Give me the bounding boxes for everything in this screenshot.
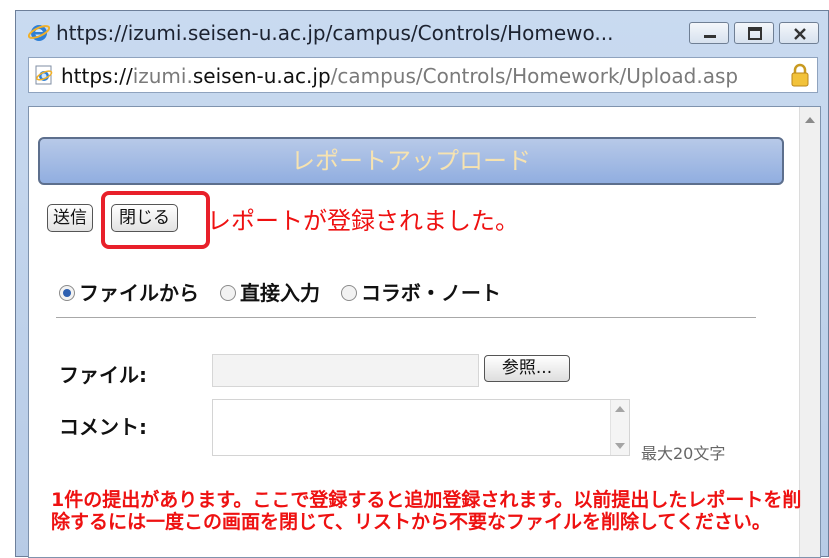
radio-label: 直接入力 — [239, 281, 320, 305]
lock-icon[interactable] — [789, 63, 811, 87]
radio-unselected-icon[interactable] — [219, 285, 236, 301]
internet-explorer-icon — [28, 25, 50, 41]
address-scheme: https:// — [61, 64, 133, 88]
scroll-up-arrow-icon[interactable] — [615, 406, 625, 412]
page-content: レポートアップロード 送信 閉じる レポートが登録されました。 ファイルから 直… — [28, 106, 821, 558]
title-bar[interactable]: https://izumi.seisen-u.ac.jp/campus/Cont… — [16, 11, 828, 53]
address-domain: seisen-u.ac.jp — [192, 64, 331, 88]
page-icon — [35, 65, 53, 85]
close-icon — [794, 28, 806, 40]
radio-option-direct[interactable]: 直接入力 — [219, 277, 320, 306]
address-bar[interactable]: https://izumi.seisen-u.ac.jp/campus/Cont… — [28, 57, 818, 93]
maximize-icon — [748, 27, 762, 40]
comment-length-hint: 最大20文字 — [641, 444, 726, 463]
file-label: ファイル: — [59, 363, 147, 387]
minimize-button[interactable] — [689, 22, 729, 44]
input-mode-radio-group: ファイルから 直接入力 コラボ・ノート — [59, 277, 515, 306]
maximize-button[interactable] — [734, 22, 774, 44]
close-button-highlight — [101, 191, 210, 249]
submission-notice: 1件の提出があります。ここで登録すると追加登録されます。以前提出したレポートを削… — [51, 489, 802, 533]
send-button[interactable]: 送信 — [47, 204, 93, 232]
file-path-input[interactable] — [212, 354, 479, 387]
comment-scrollbar[interactable] — [610, 400, 629, 455]
window-title: https://izumi.seisen-u.ac.jp/campus/Cont… — [56, 21, 614, 45]
scroll-down-arrow-icon[interactable] — [615, 443, 625, 449]
browse-button[interactable]: 参照... — [484, 355, 570, 382]
browser-popup-window: https://izumi.seisen-u.ac.jp/campus/Cont… — [15, 10, 829, 558]
minimize-icon — [704, 35, 716, 38]
close-window-button[interactable] — [779, 22, 819, 44]
radio-unselected-icon[interactable] — [340, 285, 357, 301]
radio-option-collab[interactable]: コラボ・ノート — [340, 277, 501, 306]
comment-label: コメント: — [59, 415, 147, 439]
address-url: https://izumi.seisen-u.ac.jp/campus/Cont… — [61, 64, 781, 88]
section-divider — [56, 317, 756, 318]
radio-selected-icon[interactable] — [59, 285, 75, 301]
page-banner-title: レポートアップロード — [38, 137, 784, 185]
radio-label: ファイルから — [79, 281, 199, 305]
radio-option-file[interactable]: ファイルから — [59, 277, 199, 306]
comment-textarea[interactable] — [212, 399, 630, 456]
address-path: /campus/Controls/Homework/Upload.asp — [330, 64, 739, 88]
radio-label: コラボ・ノート — [360, 281, 501, 305]
address-subdomain: izumi. — [132, 64, 193, 88]
scroll-up-arrow-icon[interactable] — [805, 117, 815, 123]
status-message: レポートが登録されました。 — [207, 207, 519, 235]
